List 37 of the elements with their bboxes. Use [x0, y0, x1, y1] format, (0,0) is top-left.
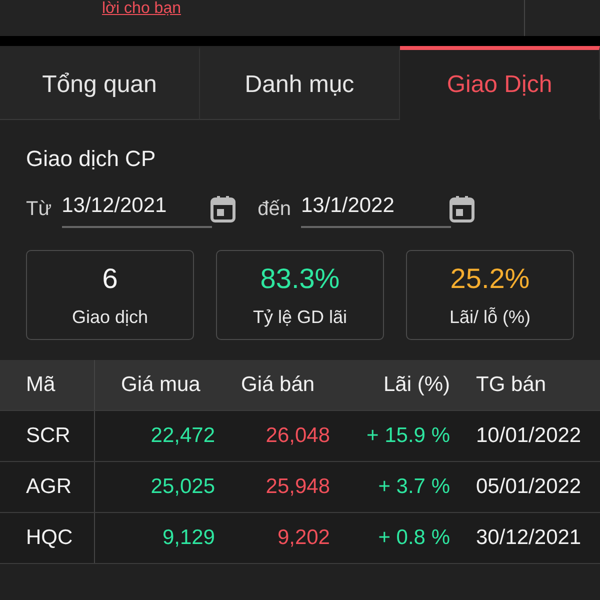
table-cell: SCR — [0, 411, 95, 461]
tab[interactable]: Tổng quan — [0, 46, 200, 120]
column-header: Lãi (%) — [382, 372, 450, 398]
table-cell: AGR — [0, 462, 95, 512]
table-cell-text: + 15.9 % — [366, 423, 450, 449]
table-cell-text: 05/01/2022 — [475, 474, 582, 500]
table-cell-text: 26,048 — [264, 423, 330, 449]
date-field[interactable]: 13/1/2022 — [300, 190, 451, 228]
stat-label: Tỷ lệ GD lãi — [252, 306, 348, 328]
date-field[interactable]: 13/12/2021 — [62, 190, 212, 228]
stat-value: 6 — [102, 262, 118, 294]
to-label: đến — [258, 198, 291, 220]
from-label: Từ — [26, 198, 52, 220]
table-cell-text: 9,202 — [276, 525, 330, 551]
table-cell-text: + 0.8 % — [377, 525, 450, 551]
table-cell-text: 9,129 — [161, 525, 215, 551]
table-cell-text: 30/12/2021 — [475, 525, 582, 551]
column-header: Giá mua — [120, 372, 202, 398]
stat-label: Giao dịch — [72, 306, 148, 328]
stat-label: Lãi/ lỗ (%) — [449, 306, 531, 328]
calendar-icon[interactable] — [210, 195, 236, 223]
stat-value: 25.2% — [450, 262, 530, 294]
tab[interactable]: Danh mục — [200, 46, 400, 120]
table-cell: HQC — [0, 513, 95, 563]
stat-value: 83.3% — [260, 262, 340, 294]
section-title: Giao dịch CP — [26, 146, 157, 172]
table-cell-text: 22,472 — [150, 423, 215, 449]
calendar-icon[interactable] — [448, 195, 475, 223]
column-header: Giá bán — [240, 372, 316, 398]
column-header: TG bán — [475, 372, 548, 398]
tab[interactable]: Giao Dịch — [400, 46, 600, 120]
table-cell-text: 10/01/2022 — [475, 423, 582, 449]
table-cell-text: + 3.7 % — [377, 474, 450, 500]
table-cell-text: 25,025 — [150, 474, 215, 500]
column-header: Mã — [0, 360, 95, 410]
table-cell-text: 25,948 — [264, 474, 330, 500]
text-link[interactable]: lời cho bạn — [102, 0, 181, 18]
